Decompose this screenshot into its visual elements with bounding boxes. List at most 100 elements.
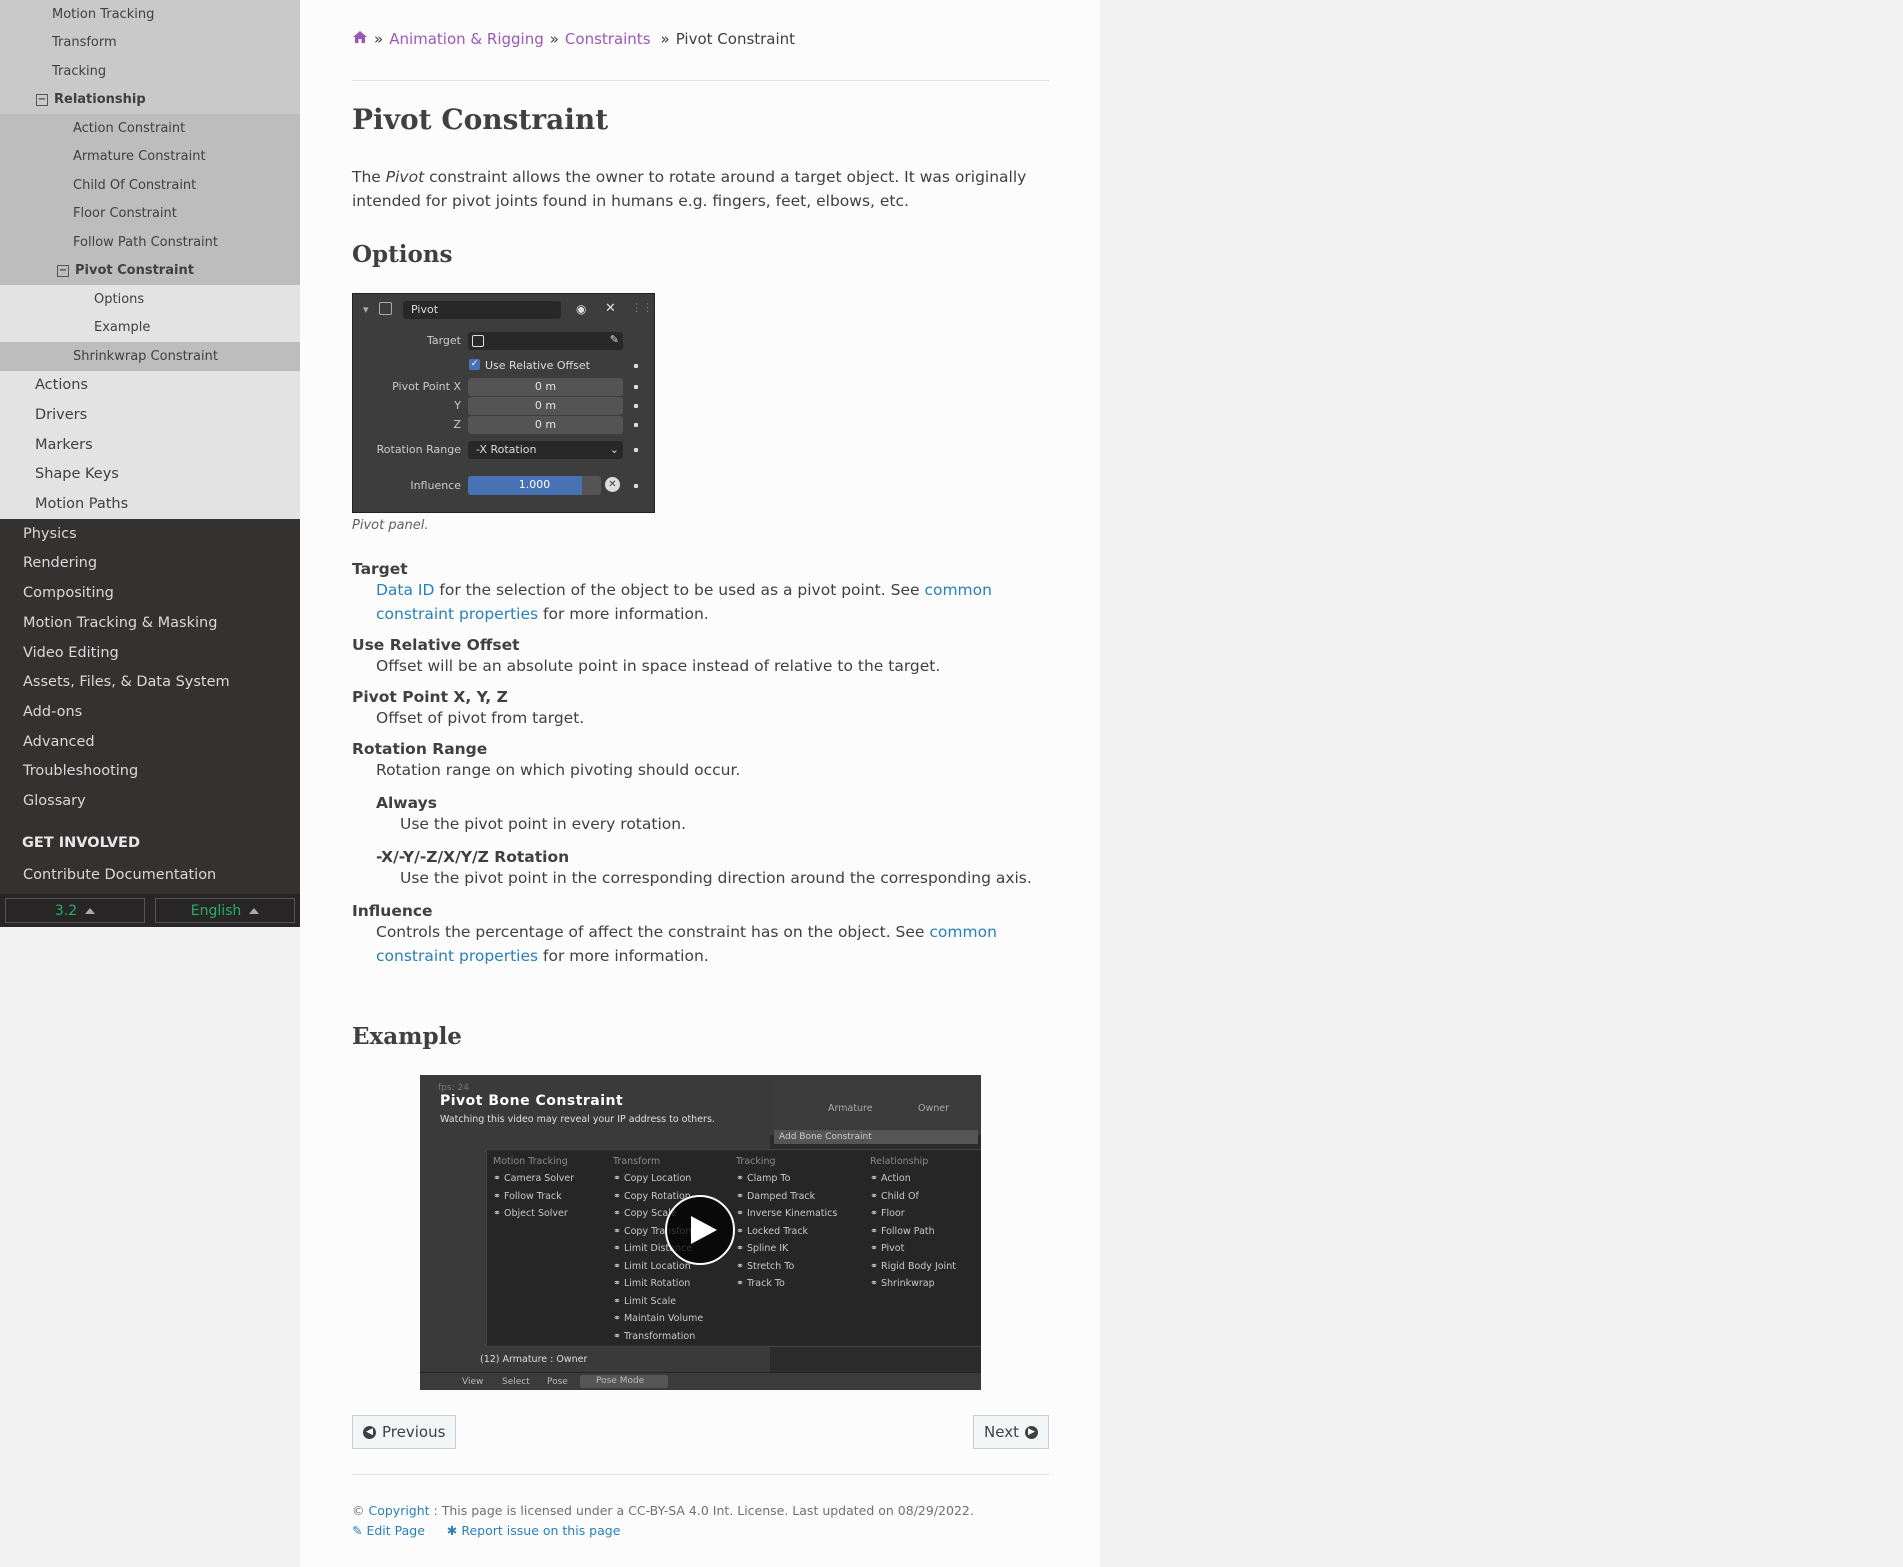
sidebar-item-shrinkwrap-constraint[interactable]: Shrinkwrap Constraint — [0, 342, 300, 371]
bug-icon: ✱ — [446, 1523, 462, 1538]
video-menu-item-label: Floor — [880, 1208, 905, 1219]
sidebar-item-shape-keys[interactable]: Shape Keys — [0, 460, 300, 490]
sidebar-item-label: Physics — [23, 525, 77, 542]
arrow-circle-right-icon: ▶ — [1025, 1425, 1038, 1439]
video-menu-item: ⚭ Action — [870, 1173, 956, 1191]
previous-label: Previous — [382, 1423, 446, 1441]
collapse-toggle-icon[interactable]: − — [57, 264, 69, 277]
language-label: English — [190, 902, 242, 919]
sidebar-item-action-constraint[interactable]: Action Constraint — [0, 114, 300, 143]
link-icon: ⚭ — [613, 1225, 624, 1237]
intro-emphasis: Pivot — [385, 168, 425, 186]
language-selector[interactable]: English — [155, 898, 295, 923]
video-embed[interactable]: Armature Owner Add Bone Constraint fps: … — [420, 1075, 981, 1390]
sidebar-item-label: Motion Tracking & Masking — [23, 614, 218, 631]
breadcrumb-separator: » — [660, 30, 670, 48]
video-menu-item-label: Damped Track — [746, 1190, 816, 1202]
panel-header: ▾ Pivot ◉ ✕ ⋮⋮ — [353, 301, 656, 321]
sidebar-item-follow-path-constraint[interactable]: Follow Path Constraint — [0, 228, 300, 257]
sidebar-item-example[interactable]: Example — [0, 313, 300, 342]
main-content: » Animation & Rigging » Constraints » Pi… — [300, 0, 1100, 1567]
play-button[interactable] — [665, 1195, 735, 1265]
sidebar-item-markers[interactable]: Markers — [0, 430, 300, 460]
sidebar-item-label: Shape Keys — [35, 466, 119, 483]
video-menu-item: ⚭ Locked Track — [736, 1226, 837, 1244]
influence-value: 1.000 — [518, 478, 551, 491]
sidebar-item-relationship[interactable]: − Relationship — [0, 85, 300, 114]
sidebar-item-transform[interactable]: Transform — [0, 28, 300, 57]
previous-button[interactable]: ◀ Previous — [352, 1415, 457, 1449]
video-menu-column-motion-tracking: Motion Tracking ⚭ Camera Solver ⚭ Follow… — [493, 1156, 574, 1226]
sidebar-item-add-ons[interactable]: Add-ons — [0, 697, 300, 727]
video-fps: fps: 24 — [438, 1083, 469, 1093]
panel-pivot-y-row: Y 0 m — [353, 396, 656, 416]
edit-page-link[interactable]: ✎ Edit Page — [352, 1523, 425, 1538]
sidebar-item-motion-tracking-masking[interactable]: Motion Tracking & Masking — [0, 608, 300, 638]
sidebar-item-actions[interactable]: Actions — [0, 371, 300, 401]
sidebar-item-tracking[interactable]: Tracking — [0, 57, 300, 86]
sidebar-item-label: Armature Constraint — [73, 149, 206, 165]
sidebar-item-drivers[interactable]: Drivers — [0, 400, 300, 430]
desc-influence: Controls the percentage of affect the co… — [376, 920, 1049, 968]
sidebar-item-rendering[interactable]: Rendering — [0, 549, 300, 579]
sidebar-item-label: Shrinkwrap Constraint — [73, 348, 218, 364]
video-mode-dropdown: Pose Mode — [580, 1375, 668, 1388]
rotation-range-value: -X Rotation — [476, 443, 537, 456]
breadcrumb-separator: » — [374, 30, 384, 48]
sidebar-item-child-of-constraint[interactable]: Child Of Constraint — [0, 171, 300, 200]
video-menu-column-relationship: Relationship ⚭ Action ⚭ Child Of ⚭ Floor… — [870, 1156, 956, 1296]
video-menu-item: ⚭ Camera Solver — [493, 1173, 574, 1191]
pivot-panel-image: ▾ Pivot ◉ ✕ ⋮⋮ Target ✎ ✓ Use Relative O… — [352, 293, 655, 513]
video-menu-select: Select — [502, 1377, 530, 1387]
video-menu-item: ⚭ Object Solver — [493, 1208, 574, 1226]
panel-caption: Pivot panel. — [352, 518, 429, 533]
sidebar-item-contribute[interactable]: Contribute Documentation — [0, 860, 300, 890]
sidebar-item-glossary[interactable]: Glossary — [0, 786, 300, 816]
copyright-link[interactable]: Copyright — [368, 1503, 429, 1518]
options-definition-list: Target Data ID for the selection of the … — [352, 560, 1049, 968]
keyframe-dot-icon — [634, 385, 638, 389]
breadcrumb-animation-rigging[interactable]: Animation & Rigging — [389, 30, 544, 48]
term-pivot-point: Pivot Point X, Y, Z — [352, 688, 508, 706]
report-issue-link[interactable]: ✱ Report issue on this page — [447, 1523, 621, 1538]
sidebar-item-physics[interactable]: Physics — [0, 519, 300, 549]
video-status-text: (12) Armature : Owner — [480, 1354, 588, 1365]
breadcrumb-constraints[interactable]: Constraints — [565, 30, 651, 48]
eyedropper-icon: ✎ — [609, 333, 619, 346]
next-label: Next — [984, 1423, 1019, 1441]
sidebar-item-floor-constraint[interactable]: Floor Constraint — [0, 199, 300, 228]
sidebar-item-label: Compositing — [23, 585, 114, 602]
sidebar-item-troubleshooting[interactable]: Troubleshooting — [0, 756, 300, 786]
version-switcher-bar: 3.2 English — [0, 894, 300, 927]
data-id-link[interactable]: Data ID — [376, 581, 434, 599]
pivot-y-field: 0 m — [468, 397, 623, 415]
sidebar-item-video-editing[interactable]: Video Editing — [0, 638, 300, 668]
link-icon: ⚭ — [870, 1208, 881, 1219]
caret-up-icon — [249, 907, 260, 914]
license-text: : This page is licensed under a CC-BY-SA… — [433, 1503, 974, 1518]
sidebar-item-advanced[interactable]: Advanced — [0, 727, 300, 757]
sidebar-item-pivot-constraint[interactable]: − Pivot Constraint — [0, 256, 300, 285]
panel-pivot-z-row: Z 0 m — [353, 415, 656, 435]
next-button[interactable]: Next ▶ — [973, 1415, 1049, 1449]
version-selector[interactable]: 3.2 — [5, 898, 145, 923]
sidebar-item-label: Video Editing — [23, 644, 119, 661]
sidebar-item-armature-constraint[interactable]: Armature Constraint — [0, 142, 300, 171]
video-menu-item: ⚭ Follow Track — [493, 1191, 574, 1209]
home-icon[interactable] — [352, 30, 368, 48]
sidebar-item-label: Relationship — [54, 92, 146, 108]
sidebar-item-motion-tracking[interactable]: Motion Tracking — [0, 0, 300, 29]
options-heading: Options — [352, 241, 453, 268]
sidebar-item-assets[interactable]: Assets, Files, & Data System — [0, 667, 300, 697]
desc-use-relative-offset: Offset will be an absolute point in spac… — [376, 657, 941, 675]
video-title: Pivot Bone Constraint — [440, 1093, 624, 1109]
collapse-toggle-icon[interactable]: − — [36, 93, 48, 106]
link-icon: ⚭ — [493, 1173, 504, 1184]
sidebar-item-compositing[interactable]: Compositing — [0, 578, 300, 608]
sidebar-item-motion-paths[interactable]: Motion Paths — [0, 489, 300, 519]
sidebar-item-label: Action Constraint — [73, 120, 186, 136]
video-menu-item-label: Rigid Body Joint — [880, 1260, 956, 1272]
sidebar-item-options[interactable]: Options — [0, 285, 300, 314]
link-icon: ⚭ — [870, 1190, 881, 1202]
footer-actions: ✎ Edit Page ✱ Report issue on this page — [352, 1523, 620, 1538]
